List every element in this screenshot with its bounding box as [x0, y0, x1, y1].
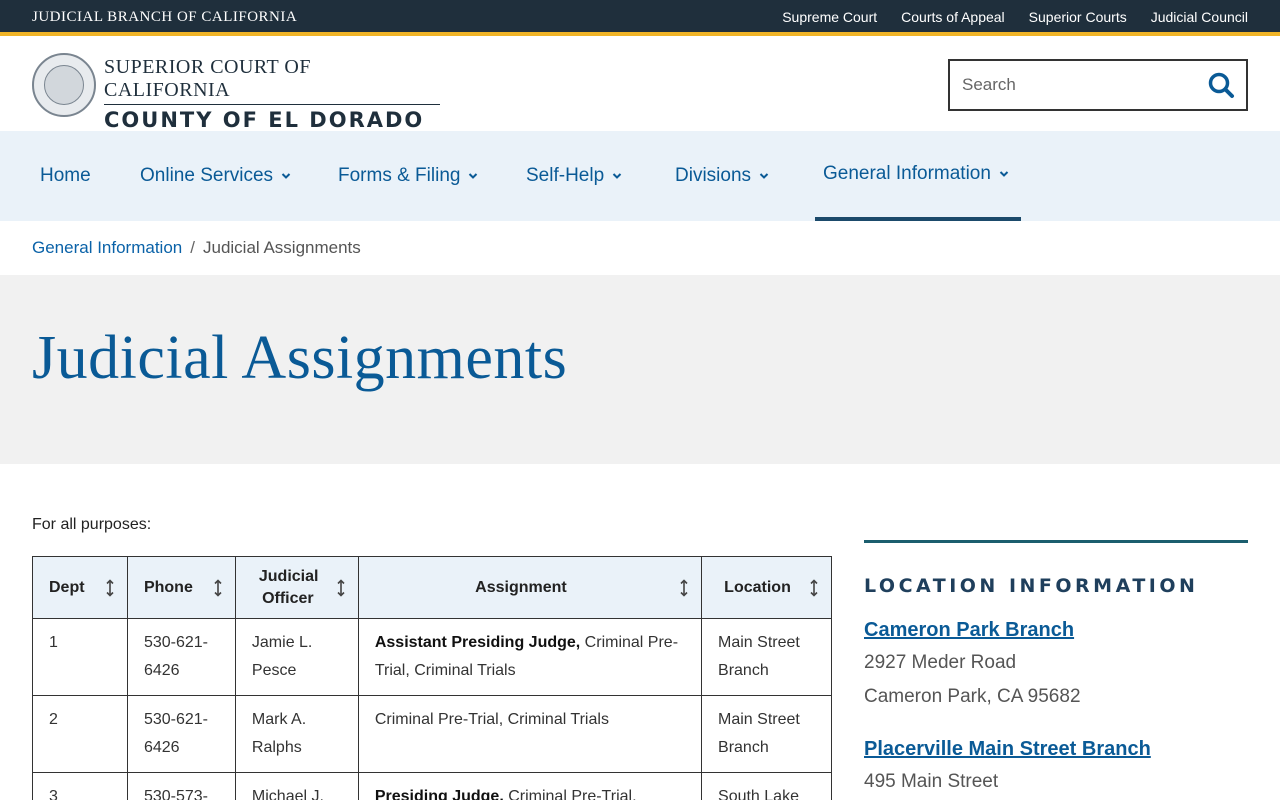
breadcrumb-current: Judicial Assignments [202, 238, 361, 257]
cell-dept: 3 [32, 772, 128, 800]
nav-item-home[interactable]: Home [40, 131, 91, 221]
chevron-down-icon [612, 173, 622, 179]
location-information-sidebar: LOCATION INFORMATION Cameron Park Branch… [864, 540, 1248, 799]
nav-item-label: Self-Help [526, 165, 605, 186]
court-logo-text[interactable]: SUPERIOR COURT OF CALIFORNIA COUNTY OF E… [104, 56, 440, 132]
branch-address-line: 2927 Meder Road [864, 652, 1017, 673]
nav-item-label: General Information [823, 163, 991, 184]
top-links: Supreme Court Courts of Appeal Superior … [782, 9, 1248, 25]
cell-judicial-officer: Mark A. Ralphs [234, 695, 359, 773]
sort-icon[interactable] [213, 578, 223, 597]
logo-line-county: COUNTY OF EL DORADO [104, 108, 425, 132]
top-link-judicial-council[interactable]: Judicial Council [1151, 9, 1248, 25]
chevron-down-icon [469, 173, 478, 179]
branch-card: Placerville Main Street Branch 495 Main … [864, 738, 1248, 799]
intro-text: For all purposes: [32, 516, 152, 533]
sort-icon[interactable] [336, 578, 346, 597]
nav-item-self-help[interactable]: Self-Help [526, 131, 622, 221]
branch-address-line: Cameron Park, CA 95682 [864, 686, 1081, 707]
column-header-judicial-officer[interactable]: Judicial Officer [234, 556, 359, 619]
cell-dept: 1 [32, 618, 128, 696]
cell-location: Main Street Branch [701, 695, 832, 773]
logo-line-superior-court: SUPERIOR COURT OF CALIFORNIA [104, 56, 440, 105]
nav-item-label: Divisions [675, 165, 752, 186]
search-button[interactable] [1206, 70, 1238, 100]
cell-assignment: Assistant Presiding Judge, Criminal Pre-… [357, 618, 703, 696]
page-title: Judicial Assignments [32, 324, 568, 392]
judicial-assignments-table: Dept Phone Judicial Officer Assignment L… [32, 556, 832, 800]
judicial-branch-bar: JUDICIAL BRANCH OF CALIFORNIA Supreme Co… [0, 0, 1280, 36]
top-link-supreme-court[interactable]: Supreme Court [782, 9, 877, 25]
top-link-superior-courts[interactable]: Superior Courts [1029, 9, 1127, 25]
nav-item-forms-filing[interactable]: Forms & Filing [338, 131, 478, 221]
assignment-title: Presiding Judge, [374, 788, 504, 800]
cell-dept: 2 [32, 695, 128, 773]
nav-item-label: Forms & Filing [338, 165, 461, 186]
cell-phone: 530-621-6426 [126, 618, 236, 696]
assignment-title: Assistant Presiding Judge, [374, 634, 581, 651]
breadcrumb-link-general-information[interactable]: General Information [32, 238, 182, 257]
column-header-phone[interactable]: Phone [126, 556, 236, 619]
branch-card: Cameron Park Branch 2927 Meder Road Came… [864, 619, 1248, 714]
breadcrumb-separator: / [190, 238, 195, 257]
cell-location: Main Street Branch [701, 618, 832, 696]
search-input[interactable] [962, 73, 1202, 97]
cell-assignment: Presiding Judge, Criminal Pre-Trial, [357, 772, 703, 800]
column-header-assignment[interactable]: Assignment [357, 556, 703, 619]
sort-icon[interactable] [105, 578, 115, 597]
table-row: 3 530-573- Michael J. Presiding Judge, C… [32, 772, 832, 800]
nav-item-label: Home [40, 165, 91, 186]
main-nav: Home Online Services Forms & Filing Self… [0, 131, 1280, 221]
cell-judicial-officer: Jamie L. Pesce [234, 618, 359, 696]
search-icon [1208, 72, 1234, 98]
court-seal-logo[interactable] [32, 53, 96, 117]
assignment-details: Criminal Pre-Trial, [503, 788, 637, 800]
nav-item-general-information[interactable]: General Information [815, 131, 1021, 221]
breadcrumb: General Information / Judicial Assignments [32, 238, 361, 258]
nav-item-online-services[interactable]: Online Services [140, 131, 291, 221]
page-hero: Judicial Assignments [0, 275, 1280, 464]
sort-icon[interactable] [809, 578, 819, 597]
cell-judicial-officer: Michael J. [234, 772, 359, 800]
column-header-location[interactable]: Location [701, 556, 832, 619]
assignment-details: Criminal Pre-Trial, Criminal Trials [374, 711, 609, 728]
branch-address-line: 495 Main Street [864, 771, 999, 792]
site-header: SUPERIOR COURT OF CALIFORNIA COUNTY OF E… [0, 40, 1280, 132]
sort-icon[interactable] [679, 578, 689, 597]
nav-item-label: Online Services [140, 165, 274, 186]
chevron-down-icon [281, 173, 291, 179]
chevron-down-icon [759, 173, 769, 179]
cell-assignment: Criminal Pre-Trial, Criminal Trials [357, 695, 703, 773]
table-header-row: Dept Phone Judicial Officer Assignment L… [32, 556, 832, 619]
nav-item-divisions[interactable]: Divisions [675, 131, 769, 221]
chevron-down-icon [999, 171, 1009, 177]
cell-location: South Lake [701, 772, 832, 800]
column-header-dept[interactable]: Dept [32, 556, 128, 619]
table-row: 2 530-621-6426 Mark A. Ralphs Criminal P… [32, 695, 832, 773]
search-box [948, 59, 1248, 111]
cell-phone: 530-573- [126, 772, 236, 800]
table-row: 1 530-621-6426 Jamie L. Pesce Assistant … [32, 618, 832, 696]
top-link-courts-of-appeal[interactable]: Courts of Appeal [901, 9, 1005, 25]
branch-link-placerville-main-street[interactable]: Placerville Main Street Branch [864, 738, 1151, 760]
cell-phone: 530-621-6426 [126, 695, 236, 773]
sidebar-heading: LOCATION INFORMATION [864, 575, 1199, 597]
judicial-branch-label: JUDICIAL BRANCH OF CALIFORNIA [32, 9, 298, 25]
branch-link-cameron-park[interactable]: Cameron Park Branch [864, 619, 1074, 641]
